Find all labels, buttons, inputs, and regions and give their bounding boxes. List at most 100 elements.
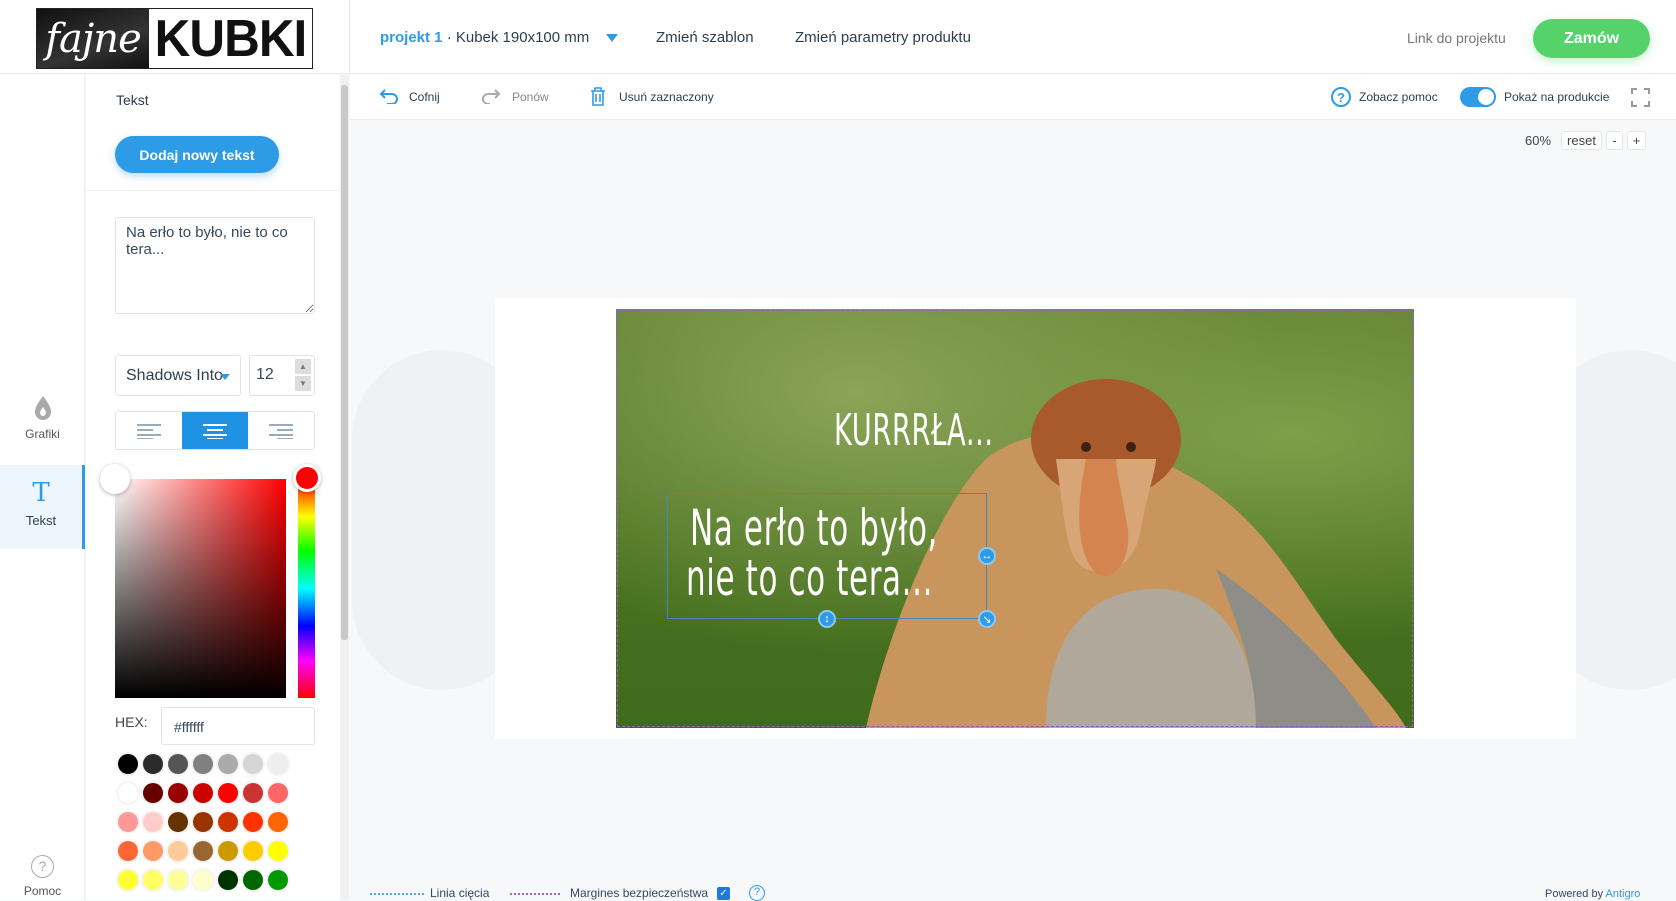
antigro-link[interactable]: Antigro — [1606, 888, 1641, 900]
resize-height-handle[interactable]: ↕ — [818, 610, 836, 628]
color-swatch[interactable] — [218, 841, 238, 861]
decrement-icon[interactable]: ▼ — [295, 376, 311, 391]
undo-icon[interactable] — [379, 88, 399, 104]
hex-input[interactable]: #ffffff — [161, 707, 315, 745]
help-label: Pomoc — [23, 884, 62, 898]
sidebar-item-label: Grafiki — [25, 427, 60, 441]
color-swatch[interactable] — [143, 812, 163, 832]
resize-width-handle[interactable]: ↔ — [978, 547, 996, 565]
color-swatch[interactable] — [118, 783, 138, 803]
color-swatch[interactable] — [168, 783, 188, 803]
logo[interactable]: fajne KUBKI — [36, 8, 313, 69]
color-swatch[interactable] — [218, 870, 238, 890]
align-right-icon — [269, 423, 293, 439]
sidebar-item-label: Tekst — [25, 513, 57, 528]
color-swatch[interactable] — [268, 841, 288, 861]
undo-button[interactable]: Cofnij — [409, 90, 440, 104]
panel-title: Tekst — [116, 92, 149, 108]
color-swatch[interactable] — [118, 812, 138, 832]
color-swatch[interactable] — [268, 754, 288, 774]
zoom-in-button[interactable]: + — [1627, 131, 1646, 150]
color-swatch[interactable] — [268, 870, 288, 890]
redo-icon[interactable] — [481, 88, 501, 104]
safety-margin-checkbox[interactable]: ✓ — [717, 887, 730, 900]
color-swatch[interactable] — [193, 841, 213, 861]
color-swatch[interactable] — [193, 783, 213, 803]
color-swatch[interactable] — [168, 870, 188, 890]
align-left-icon — [137, 423, 161, 439]
align-group — [115, 411, 315, 450]
color-swatch[interactable] — [218, 754, 238, 774]
show-on-product-label: Pokaż na produkcie — [1504, 90, 1610, 104]
color-swatch[interactable] — [243, 754, 263, 774]
powered-by: Powered by Antigro — [1545, 888, 1640, 900]
saturation-picker[interactable] — [115, 479, 286, 698]
canvas-text-kurrrla[interactable]: KURRRŁA... — [834, 405, 994, 456]
hex-value: #ffffff — [174, 719, 204, 735]
delete-selected-button[interactable]: Usuń zaznaczony — [619, 90, 714, 104]
color-swatch[interactable] — [243, 870, 263, 890]
color-swatch[interactable] — [243, 812, 263, 832]
selected-text-box[interactable]: Na erło to było, nie to co tera... — [667, 493, 987, 619]
zoom-reset-button[interactable]: reset — [1561, 131, 1602, 150]
design-canvas[interactable]: KURRRŁA... Na erło to było, nie to co te… — [616, 309, 1414, 728]
text-content-input[interactable] — [115, 217, 315, 314]
sidebar-item-grafiki[interactable]: Grafiki — [0, 395, 85, 445]
color-swatch[interactable] — [118, 754, 138, 774]
color-swatch[interactable] — [193, 754, 213, 774]
change-template-link[interactable]: Zmień szablon — [656, 29, 754, 46]
hue-slider[interactable] — [298, 479, 315, 698]
change-params-link[interactable]: Zmień parametry produktu — [795, 29, 971, 46]
color-swatch[interactable] — [268, 812, 288, 832]
powered-by-label: Powered by — [1545, 888, 1606, 900]
color-swatch[interactable] — [143, 754, 163, 774]
hue-handle[interactable] — [293, 464, 321, 492]
saturation-handle[interactable] — [100, 464, 130, 494]
help-circle-icon[interactable]: ? — [749, 885, 765, 901]
chevron-down-icon — [220, 374, 230, 380]
fullscreen-icon[interactable] — [1631, 88, 1650, 107]
resize-corner-handle[interactable]: ↘ — [978, 610, 996, 628]
canvas-text-line1: Na erło to było, — [690, 499, 939, 557]
project-selector[interactable]: projekt 1 · Kubek 190x100 mm — [380, 29, 589, 46]
trash-icon[interactable] — [590, 87, 606, 106]
zoom-out-button[interactable]: - — [1606, 131, 1623, 150]
canvas-text-line2: nie to co tera... — [686, 549, 934, 607]
color-swatch[interactable] — [143, 783, 163, 803]
increment-icon[interactable]: ▲ — [295, 359, 311, 374]
project-link[interactable]: Link do projektu — [1407, 30, 1506, 46]
color-swatch[interactable] — [218, 812, 238, 832]
color-swatch[interactable] — [218, 783, 238, 803]
color-swatch[interactable] — [118, 870, 138, 890]
panel-scrollbar[interactable] — [341, 85, 348, 640]
color-swatch[interactable] — [243, 841, 263, 861]
color-swatch[interactable] — [168, 812, 188, 832]
text-icon: T — [32, 478, 50, 508]
add-text-button[interactable]: Dodaj nowy tekst — [115, 136, 279, 173]
logo-script: fajne — [37, 9, 149, 68]
align-center-icon — [203, 423, 227, 439]
redo-button[interactable]: Ponów — [512, 90, 549, 104]
color-swatch[interactable] — [118, 841, 138, 861]
align-center-button[interactable] — [182, 412, 248, 449]
see-help-link[interactable]: Zobacz pomoc — [1359, 90, 1438, 104]
color-swatch[interactable] — [143, 841, 163, 861]
help-circle-icon[interactable]: ? — [1331, 87, 1351, 107]
order-button[interactable]: Zamów — [1533, 19, 1650, 58]
color-swatch[interactable] — [193, 870, 213, 890]
chevron-down-icon[interactable] — [606, 34, 618, 42]
color-swatch[interactable] — [243, 783, 263, 803]
help-button[interactable]: ? Pomoc — [0, 855, 85, 898]
color-swatch[interactable] — [168, 754, 188, 774]
color-swatch[interactable] — [143, 870, 163, 890]
align-right-button[interactable] — [248, 412, 314, 449]
color-swatch[interactable] — [268, 783, 288, 803]
align-left-button[interactable] — [116, 412, 182, 449]
cut-line-legend-icon — [370, 893, 424, 895]
header: fajne KUBKI projekt 1 · Kubek 190x100 mm… — [0, 0, 1676, 74]
color-swatch[interactable] — [168, 841, 188, 861]
sidebar-item-tekst[interactable]: T Tekst — [0, 465, 85, 549]
color-swatch[interactable] — [193, 812, 213, 832]
divider — [349, 0, 350, 74]
show-on-product-toggle[interactable] — [1460, 87, 1496, 107]
